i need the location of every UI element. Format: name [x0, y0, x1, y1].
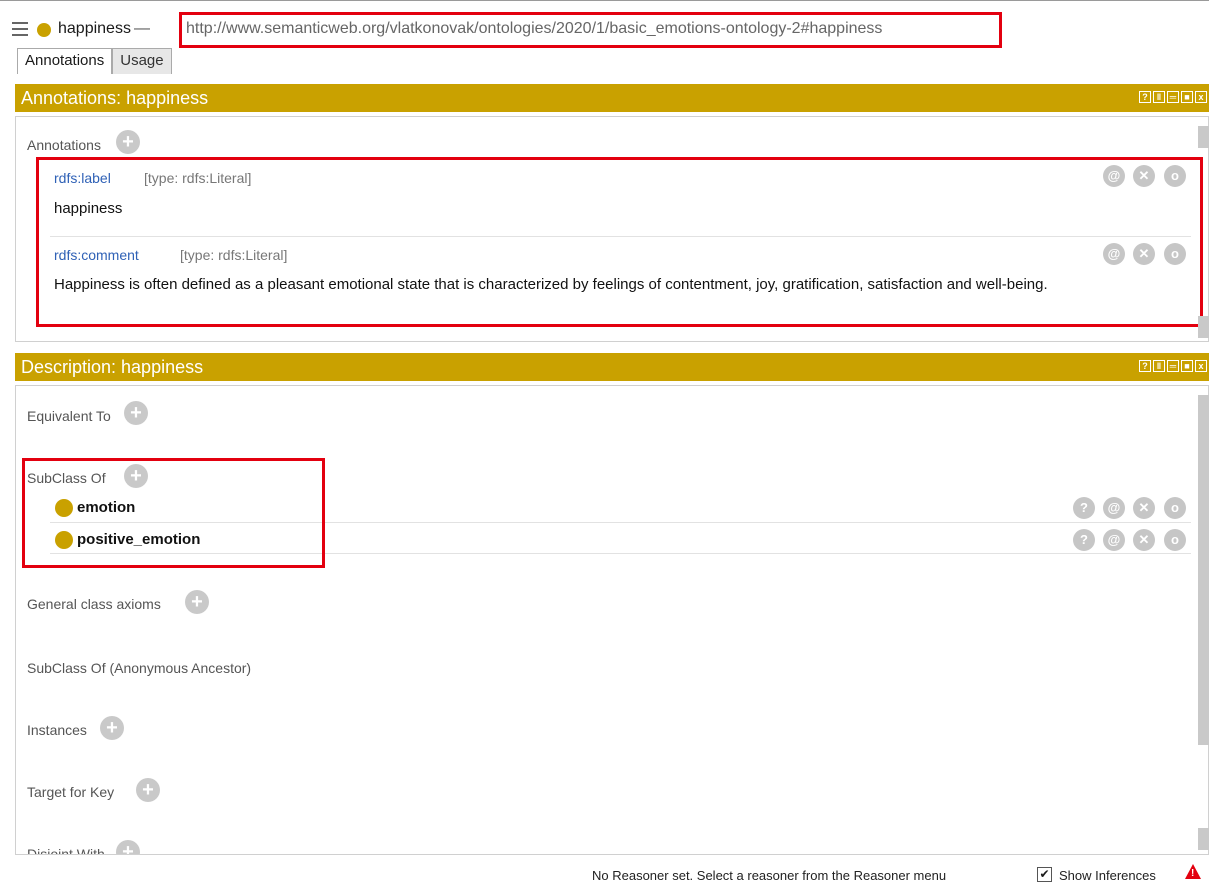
annotations-scrollbar[interactable] — [1198, 126, 1209, 148]
hamburger-menu-icon[interactable] — [12, 22, 28, 36]
add-instance-plus-icon[interactable]: + — [100, 716, 124, 740]
anonymous-ancestor-label: SubClass Of (Anonymous Ancestor) — [27, 660, 252, 676]
add-general-axiom-plus-icon[interactable]: + — [185, 590, 209, 614]
tab-usage[interactable]: Usage — [112, 48, 172, 74]
class-dot-icon — [37, 23, 51, 37]
subclass-edit-icon[interactable]: o — [1164, 529, 1186, 551]
equivalent-to-label: Equivalent To — [27, 408, 111, 424]
view-close-icon[interactable]: x — [1195, 91, 1207, 103]
view-help-icon[interactable]: ? — [1139, 91, 1151, 103]
disjoint-with-label: Disjoint With — [27, 846, 105, 854]
highlight-box-subclasses — [22, 458, 325, 568]
annotations-section-label: Annotations — [27, 137, 101, 153]
clipped-section: Disjoint With + — [16, 836, 1197, 854]
view-maximize-icon[interactable]: ■ — [1181, 360, 1193, 372]
view-split-horizontal-icon[interactable]: ═ — [1167, 91, 1179, 103]
description-view-title: Description: happiness — [21, 357, 204, 377]
view-split-horizontal-icon[interactable]: ═ — [1167, 360, 1179, 372]
reasoner-status-message: No Reasoner set. Select a reasoner from … — [592, 868, 947, 883]
instances-label: Instances — [27, 722, 87, 738]
entity-name: happiness — [58, 20, 131, 37]
add-disjoint-plus-icon[interactable]: + — [116, 840, 140, 854]
description-view-header: Description: happiness ? ‖ ═ ■ x — [15, 353, 1209, 381]
target-for-key-label: Target for Key — [27, 784, 115, 800]
view-controls: ? ‖ ═ ■ x — [1139, 360, 1207, 372]
subclass-annotate-at-icon[interactable]: @ — [1103, 529, 1125, 551]
subclass-explain-question-icon[interactable]: ? — [1073, 529, 1095, 551]
description-view-body — [15, 385, 1209, 855]
subclass-edit-icon[interactable]: o — [1164, 497, 1186, 519]
highlight-box-iri — [179, 12, 1002, 48]
view-split-vertical-icon[interactable]: ‖ — [1153, 91, 1165, 103]
view-close-icon[interactable]: x — [1195, 360, 1207, 372]
show-inferences-label: Show Inferences — [1059, 868, 1156, 883]
tab-annotations[interactable]: Annotations — [17, 48, 113, 74]
add-equivalent-plus-icon[interactable]: + — [124, 401, 148, 425]
subclass-annotate-at-icon[interactable]: @ — [1103, 497, 1125, 519]
annotations-view-header: Annotations: happiness ? ‖ ═ ■ x — [15, 84, 1209, 112]
subclass-delete-icon[interactable]: ✕ — [1133, 529, 1155, 551]
view-controls: ? ‖ ═ ■ x — [1139, 91, 1207, 103]
general-class-axioms-label: General class axioms — [27, 596, 161, 612]
tab-bar: Annotations Usage — [17, 48, 172, 74]
view-help-icon[interactable]: ? — [1139, 360, 1151, 372]
show-inferences-checkbox[interactable]: ✔ — [1037, 867, 1052, 882]
top-divider — [0, 0, 1209, 6]
subclass-delete-icon[interactable]: ✕ — [1133, 497, 1155, 519]
view-maximize-icon[interactable]: ■ — [1181, 91, 1193, 103]
description-scrollbar-lower[interactable] — [1198, 828, 1209, 850]
description-scrollbar-thumb[interactable] — [1198, 395, 1209, 745]
add-annotation-plus-icon[interactable]: + — [116, 130, 140, 154]
add-key-plus-icon[interactable]: + — [136, 778, 160, 802]
annotations-view-title: Annotations: happiness — [21, 88, 209, 108]
title-separator: — — [134, 20, 150, 37]
subclass-explain-question-icon[interactable]: ? — [1073, 497, 1095, 519]
highlight-box-annotations — [36, 157, 1203, 327]
warning-mark: ! — [1191, 868, 1195, 879]
view-split-vertical-icon[interactable]: ‖ — [1153, 360, 1165, 372]
annotations-scrollbar-lower[interactable] — [1198, 316, 1209, 338]
